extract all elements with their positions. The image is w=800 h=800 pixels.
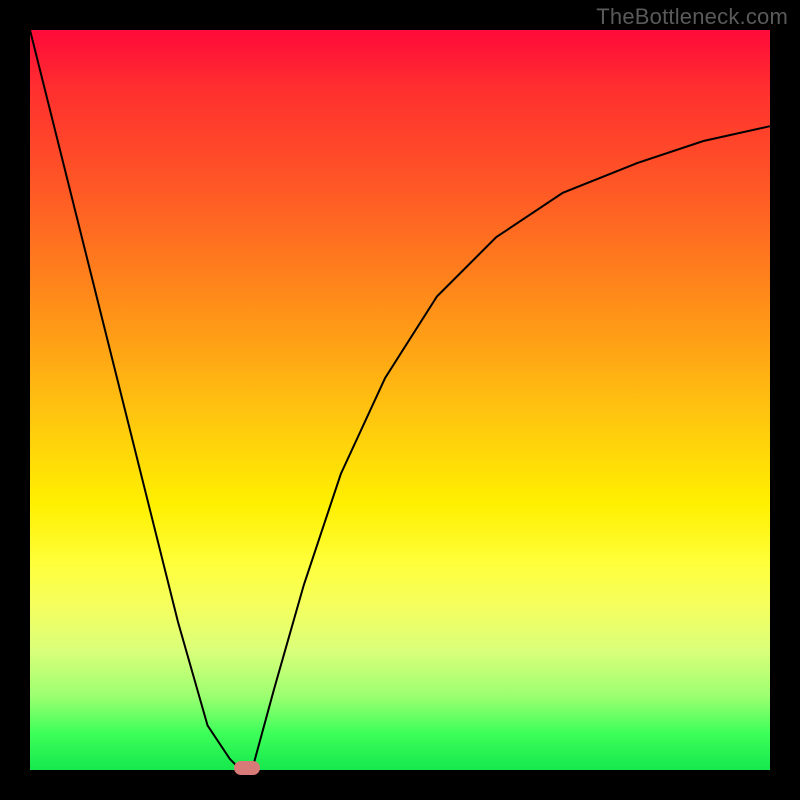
curve-layer [30,30,770,770]
left-branch-path [30,30,241,770]
right-branch-path [252,126,770,770]
chart-frame: TheBottleneck.com [0,0,800,800]
optimum-marker [234,761,260,775]
watermark-text: TheBottleneck.com [596,4,788,30]
plot-area [30,30,770,770]
